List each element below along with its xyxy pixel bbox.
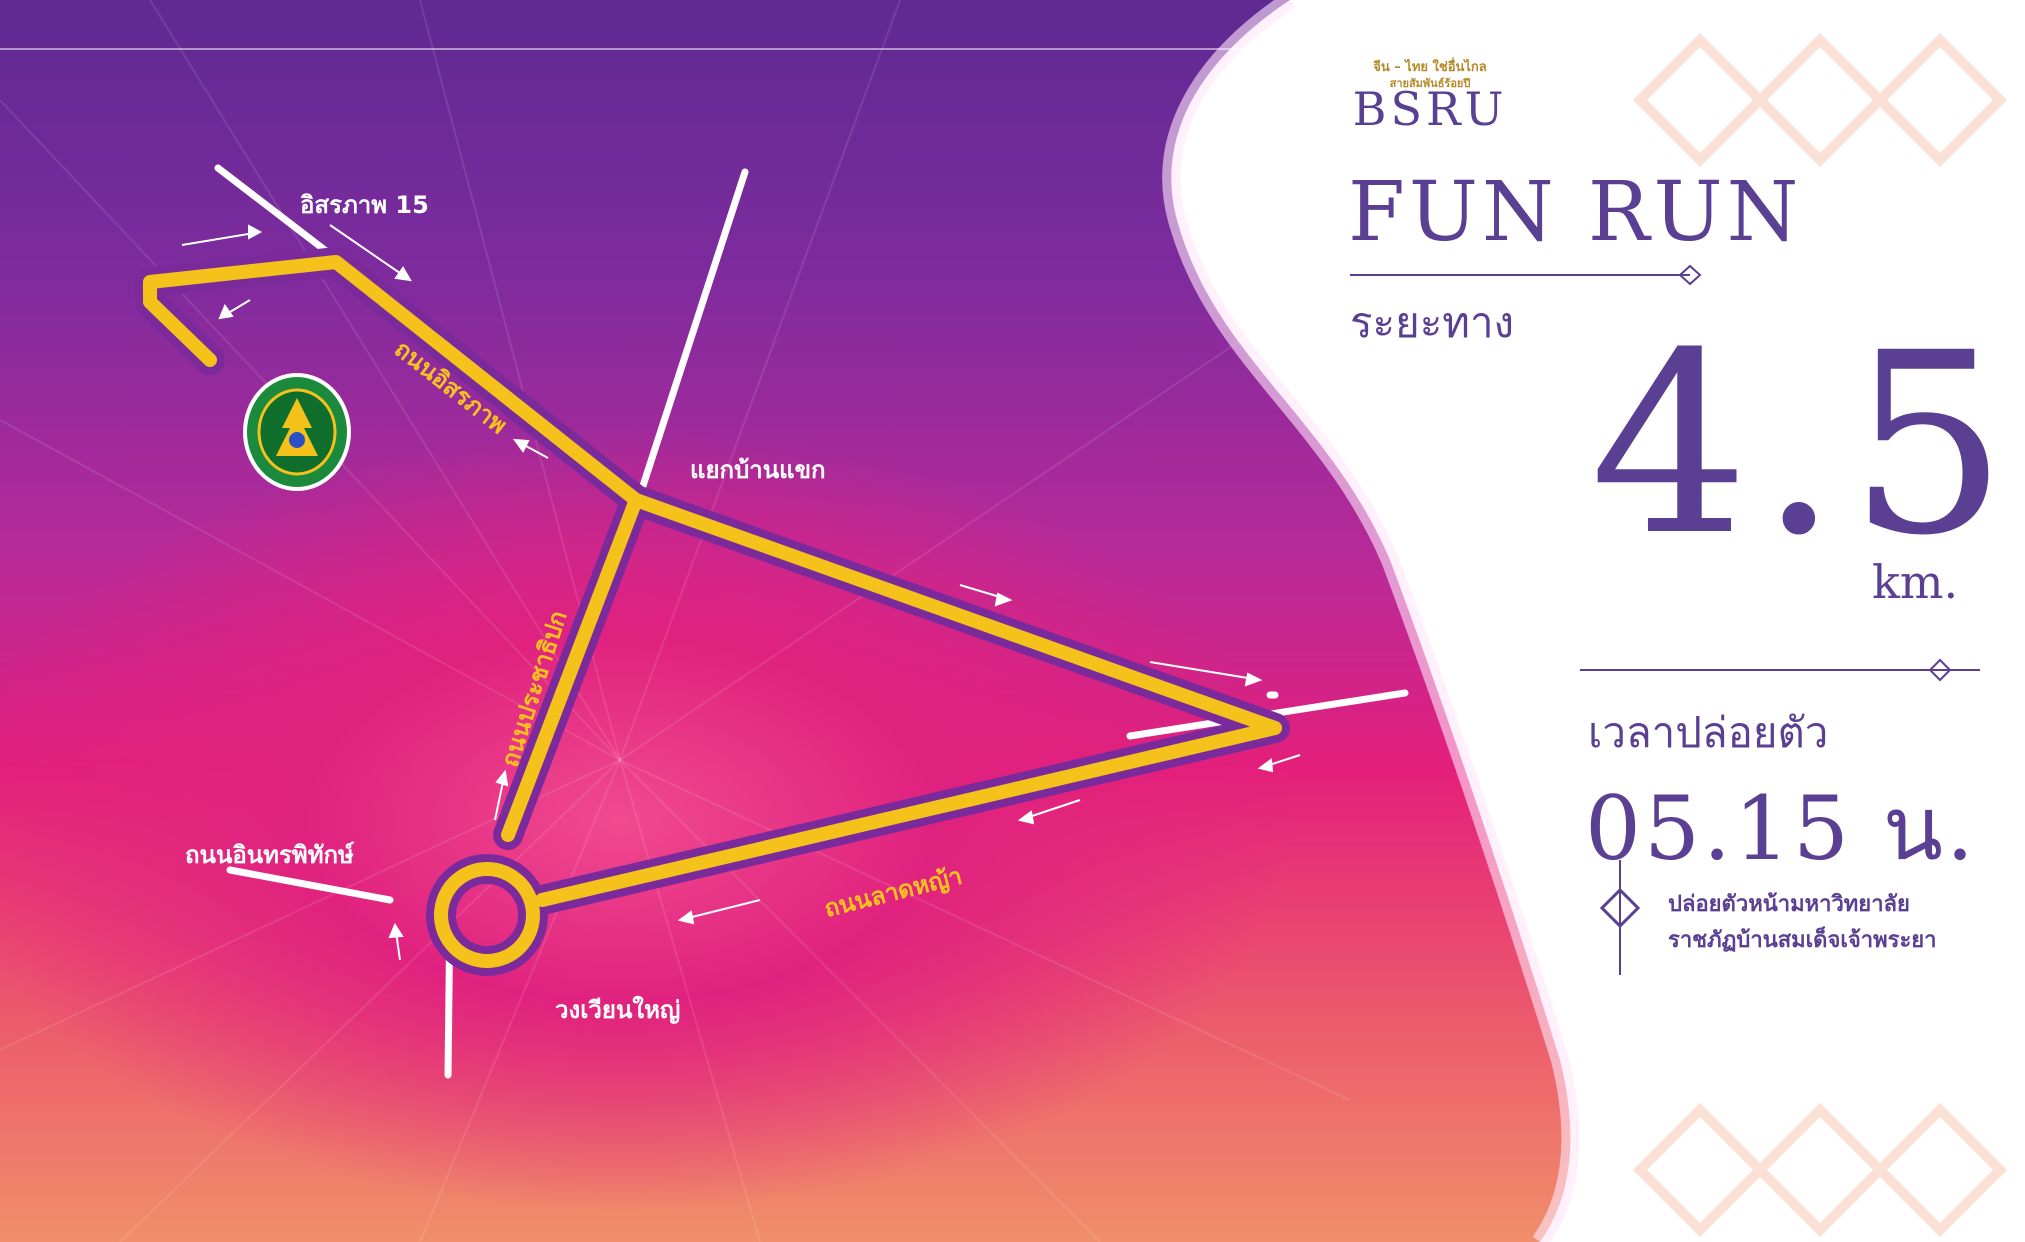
distance-label: ระยะทาง: [1350, 298, 1515, 347]
distance-value: 4.5: [1590, 299, 2018, 590]
start-location-line1: ปล่อยตัวหน้ามหาวิทยาลัย: [1668, 892, 1910, 917]
distance-unit: km.: [1872, 555, 1959, 609]
panel-dividers: [1350, 264, 1980, 975]
start-time-label: เวลาปล่อยตัว: [1588, 708, 1829, 757]
poster: อิสรภาพ 15 แยกบ้านแขก ถนนอินทรพิทักษ์ วง…: [0, 0, 2025, 1242]
start-location-line2: ราชภัฏบ้านสมเด็จเจ้าพระยา: [1668, 928, 1937, 953]
start-time-value: 05.15 น.: [1585, 777, 1978, 880]
